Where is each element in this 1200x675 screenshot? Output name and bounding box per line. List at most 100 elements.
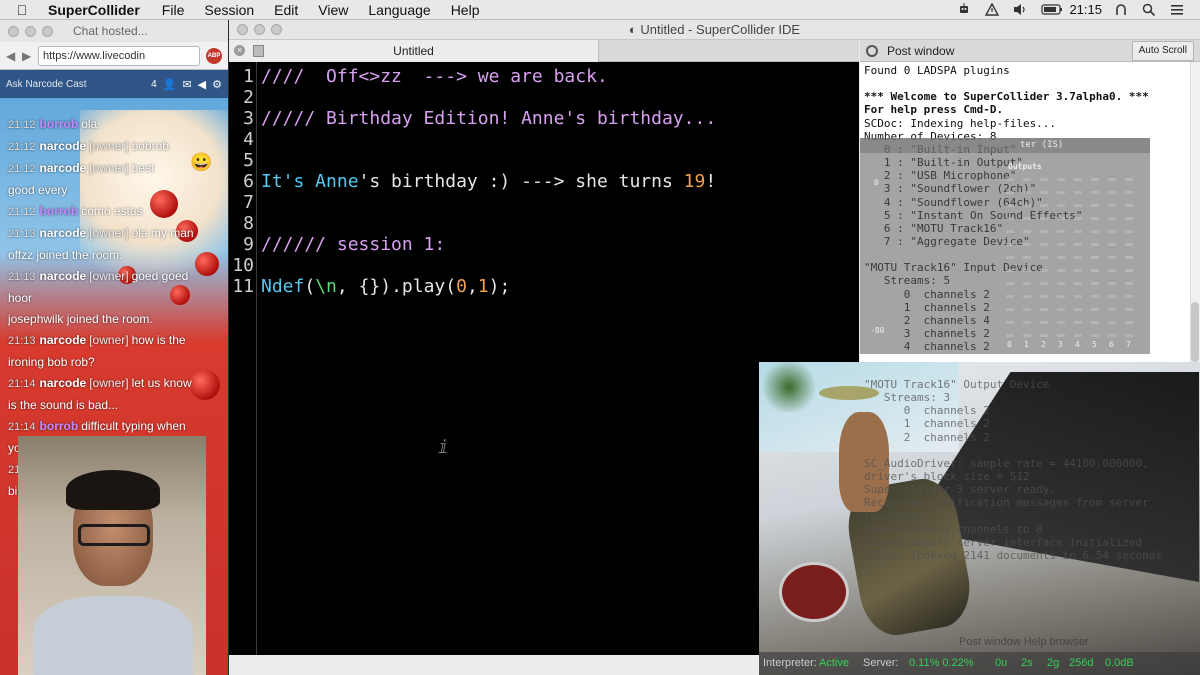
list-icon[interactable] bbox=[1170, 3, 1186, 16]
chat-text: how is the bbox=[131, 333, 186, 347]
menu-session[interactable]: Session bbox=[194, 0, 264, 20]
tab-label: Untitled bbox=[393, 44, 434, 58]
browser-tab-title[interactable]: Chat hosted... bbox=[73, 24, 148, 38]
chat-message: 21:13 narcode [owner] how is the bbox=[0, 330, 228, 352]
chat-owner-badge: [owner] bbox=[89, 269, 129, 283]
meter-channel-number: 7 bbox=[1126, 340, 1131, 349]
overlay-post-line: Receiving notification messages from ser… bbox=[864, 496, 1149, 510]
chat-room-name: Ask Narcode Cast bbox=[6, 78, 87, 90]
zoom-window-icon[interactable] bbox=[42, 25, 53, 37]
chat-username[interactable]: borrob bbox=[40, 419, 79, 433]
apple-menu-icon[interactable]:  bbox=[0, 2, 44, 18]
chat-username[interactable]: narcode bbox=[40, 269, 87, 283]
server-cpu[interactable]: 0.11% 0.22% bbox=[909, 657, 974, 669]
menu-help[interactable]: Help bbox=[441, 0, 490, 20]
url-input[interactable]: https://www.livecodin bbox=[38, 45, 200, 66]
forward-arrow-icon[interactable]: ▶ bbox=[22, 49, 32, 63]
menu-language[interactable]: Language bbox=[358, 0, 440, 20]
warning-icon[interactable] bbox=[985, 2, 1001, 16]
chat-time: 21:12 bbox=[8, 119, 36, 131]
code-token: ////// session 1: bbox=[261, 234, 446, 255]
user-icon[interactable] bbox=[1114, 3, 1130, 16]
line-number: 8 bbox=[243, 213, 254, 234]
minimize-window-icon[interactable] bbox=[25, 25, 36, 37]
auto-scroll-button[interactable]: Auto Scroll bbox=[1131, 41, 1194, 61]
tab-untitled[interactable]: × Untitled bbox=[229, 40, 599, 62]
meter-outputs-label: Outputs bbox=[1008, 162, 1042, 171]
post-line: Found 0 LADSPA plugins bbox=[864, 64, 1010, 77]
server-volume[interactable]: 0.0dB bbox=[1105, 657, 1134, 669]
menu-view[interactable]: View bbox=[308, 0, 358, 20]
chat-owner-badge: [owner] bbox=[89, 161, 129, 175]
chat-message: offzz joined the room. bbox=[0, 245, 228, 266]
meter-channel-bar bbox=[1040, 178, 1048, 338]
meter-channel-number: 4 bbox=[1075, 340, 1080, 349]
ide-status-bar: Interpreter: Active Server: 0.11% 0.22% … bbox=[759, 652, 1200, 675]
post-scrollbar-thumb[interactable] bbox=[1191, 302, 1199, 362]
meter-channel-number: 0 bbox=[1007, 340, 1012, 349]
clock[interactable]: 21:15 bbox=[1069, 2, 1102, 17]
chat-username[interactable]: borrob bbox=[40, 117, 79, 131]
robot-icon[interactable] bbox=[957, 3, 973, 16]
chat-text: como estas bbox=[81, 204, 143, 218]
chat-username[interactable]: narcode bbox=[40, 139, 87, 153]
overlay-post-line: 1 channels 2 bbox=[864, 417, 990, 431]
search-icon[interactable] bbox=[1142, 3, 1158, 17]
chat-username[interactable]: borrob bbox=[40, 204, 79, 218]
line-number: 1 bbox=[243, 66, 254, 87]
server-ugens: 0u bbox=[995, 657, 1008, 669]
chat-text: bobrob bbox=[131, 139, 169, 153]
chat-text: good every bbox=[8, 183, 68, 197]
chat-text: hoor bbox=[8, 291, 33, 305]
chat-text: ola my man bbox=[131, 226, 194, 240]
overlay-post-line: Shared memory server interface initializ… bbox=[864, 535, 1143, 549]
menu-app-name[interactable]: SuperCollider bbox=[44, 0, 152, 20]
code-token: , {}).play( bbox=[336, 276, 457, 297]
overlay-post-line: driver's block size = 512 bbox=[864, 470, 1030, 484]
chat-bubble-icon[interactable]: ✉ bbox=[182, 78, 191, 91]
meter-channel-number: 3 bbox=[1058, 340, 1063, 349]
chat-text: josephwilk joined the room. bbox=[8, 312, 153, 326]
chat-time: 21:12 bbox=[8, 206, 36, 218]
code-text: It's Anne's birthday :) ---> she turns 1… bbox=[261, 171, 716, 192]
webcam-person-glasses bbox=[78, 524, 150, 546]
chat-owner-badge: [owner] bbox=[89, 333, 129, 347]
webcam-person-shirt bbox=[33, 596, 193, 675]
chat-username[interactable]: narcode bbox=[40, 333, 87, 347]
chat-username[interactable]: narcode bbox=[40, 376, 87, 390]
meter-channel-bar bbox=[1125, 178, 1133, 338]
meter-db-top: 0 bbox=[874, 178, 879, 187]
chat-time: 21:13 bbox=[8, 228, 36, 240]
chat-message: 21:13 narcode [owner] goed goed bbox=[0, 266, 228, 288]
code-token: ); bbox=[488, 276, 511, 297]
code-token: \n bbox=[315, 276, 337, 297]
code-token: 0 bbox=[456, 276, 467, 297]
settings-icon[interactable]: ⚙ bbox=[212, 78, 222, 91]
chat-username[interactable]: narcode bbox=[40, 226, 87, 240]
code-token: 19 bbox=[683, 171, 706, 192]
menu-edit[interactable]: Edit bbox=[264, 0, 308, 20]
post-output-overlay: "MOTU Track16" Output Device Streams: 3 … bbox=[759, 362, 1200, 675]
meter-channel-bar bbox=[1057, 178, 1065, 338]
chat-username[interactable]: narcode bbox=[40, 161, 87, 175]
overlay-post-line: 2 channels 2 bbox=[864, 430, 990, 444]
adblock-icon[interactable]: ABP bbox=[206, 47, 222, 64]
users-icon[interactable]: 👤 bbox=[163, 78, 177, 91]
sound-icon[interactable]: ◀ bbox=[198, 78, 206, 91]
meter-channel-bar bbox=[1074, 178, 1082, 338]
supercollider-logo-icon: ◐ bbox=[628, 22, 641, 37]
close-window-icon[interactable] bbox=[8, 25, 19, 37]
post-window-label: Post window bbox=[887, 44, 955, 58]
menu-file[interactable]: File bbox=[152, 0, 195, 20]
browser-toolbar: ◀ ▶ https://www.livecodin ABP bbox=[0, 42, 228, 70]
chat-text: difficult typing when bbox=[81, 419, 186, 433]
volume-icon[interactable] bbox=[1013, 3, 1029, 16]
level-meter-overlay: ter (IS) Outputs 0 -80 0 1 2 3 4 5 6 7 bbox=[860, 138, 1150, 354]
back-arrow-icon[interactable]: ◀ bbox=[6, 49, 16, 63]
chat-message: josephwilk joined the room. bbox=[0, 309, 228, 330]
meter-db-bottom: -80 bbox=[870, 326, 885, 335]
chat-owner-badge: [owner] bbox=[89, 376, 129, 390]
battery-icon[interactable] bbox=[1041, 3, 1063, 16]
interpreter-status[interactable]: Active bbox=[819, 657, 849, 669]
overlay-post-line: 0 channels 2 bbox=[864, 404, 990, 418]
